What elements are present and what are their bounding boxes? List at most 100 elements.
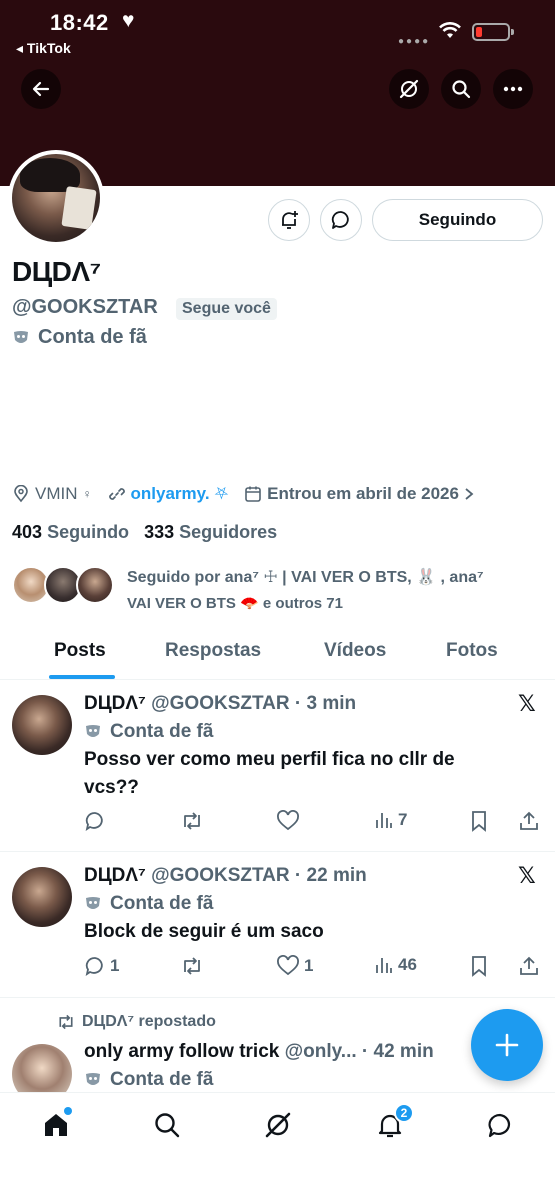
tab-replies[interactable]: Respostas	[165, 640, 261, 662]
avatar[interactable]	[12, 867, 72, 927]
notifications-count-badge: 2	[394, 1103, 414, 1123]
follows-you-badge: Segue você	[176, 298, 277, 320]
nav-messages[interactable]	[484, 1109, 516, 1141]
heart-icon: ♥	[122, 9, 135, 32]
following-count-link[interactable]: 403 Seguindo	[12, 522, 129, 542]
search-button[interactable]	[441, 69, 481, 109]
post-time: · 22 min	[294, 865, 367, 886]
post-author-name[interactable]: DЦDΛ⁷	[84, 865, 146, 886]
compose-button[interactable]	[471, 1009, 543, 1081]
home-unread-dot	[64, 1107, 72, 1115]
bookmark-icon	[472, 956, 486, 977]
more-button[interactable]	[493, 69, 533, 109]
arrow-left-icon	[32, 81, 50, 97]
post-header: DЦDΛ⁷ @GOOKSZTAR · 22 min	[84, 865, 367, 887]
status-time: 18:42	[50, 10, 109, 35]
grok-button[interactable]	[389, 69, 429, 109]
heart-icon	[277, 955, 299, 976]
repost-button[interactable]	[180, 955, 208, 977]
following-label: Seguindo	[47, 522, 130, 542]
notify-button[interactable]	[268, 199, 310, 241]
reply-button[interactable]	[84, 810, 110, 832]
wifi-icon	[439, 22, 461, 38]
view-count: 7	[398, 810, 408, 829]
nav-home[interactable]	[40, 1107, 72, 1141]
grok-icon	[399, 79, 419, 99]
following-count: 403	[12, 522, 43, 542]
repost-button[interactable]	[180, 810, 208, 832]
followed-by-text[interactable]: Seguido por ana⁷ ☩ | VAI VER O BTS, 🐰 , …	[127, 565, 537, 617]
post[interactable]: DЦDΛ⁷ @GOOKSZTAR · 22 min 𝕏 Conta de fã …	[0, 852, 555, 998]
nav-grok[interactable]	[262, 1109, 294, 1141]
search-icon	[155, 1113, 180, 1138]
repost-label: DЦDΛ⁷ repostado	[82, 1013, 216, 1030]
mask-icon	[86, 897, 100, 909]
post-actions: 7	[84, 810, 544, 836]
post-header: only army follow trick @only... · 42 min	[84, 1041, 434, 1063]
post-fan-badge: Conta de fã	[84, 893, 213, 915]
reply-icon	[85, 812, 103, 831]
post-time: · 42 min	[361, 1041, 434, 1062]
link-text[interactable]: onlyarmy.	[131, 484, 210, 504]
followed-by-line-2: VAI VER O BTS 🪭 e outros 71	[127, 595, 343, 612]
share-icon	[520, 811, 538, 830]
following-button[interactable]: Seguindo	[372, 199, 543, 241]
mask-icon	[86, 1073, 100, 1085]
post-author-name[interactable]: DЦDΛ⁷	[84, 693, 146, 714]
like-button[interactable]	[276, 810, 304, 832]
followers-count-link[interactable]: 333 Seguidores	[144, 522, 277, 542]
mask-icon	[86, 725, 100, 737]
status-bar: 18:42 ♥ ◂ TikTok ●●●●	[0, 0, 555, 60]
active-tab-indicator	[49, 675, 115, 679]
post-time: · 3 min	[294, 693, 357, 714]
nav-notifications[interactable]: 2	[374, 1103, 414, 1141]
post-fan-text: Conta de fã	[110, 721, 214, 742]
reply-button[interactable]: 1	[84, 955, 119, 977]
tab-posts[interactable]: Posts	[54, 640, 106, 662]
repost-icon	[59, 1014, 73, 1030]
grok-icon	[265, 1112, 291, 1138]
share-button[interactable]	[518, 810, 540, 832]
profile-link[interactable]: onlyarmy. ⛧	[108, 484, 228, 504]
mask-icon	[14, 330, 28, 343]
joined-text: Entrou em abril de 2026	[267, 484, 459, 503]
post-author-name[interactable]: only army follow trick	[84, 1041, 279, 1062]
post-fan-badge: Conta de fã	[84, 1069, 213, 1091]
views-button[interactable]: 7	[374, 810, 407, 830]
message-icon	[331, 211, 349, 229]
avatar	[76, 566, 114, 604]
post-fan-badge: Conta de fã	[84, 721, 213, 743]
tab-videos[interactable]: Vídeos	[324, 640, 386, 662]
like-button[interactable]: 1	[276, 955, 313, 977]
post[interactable]: DЦDΛ⁷ @GOOKSZTAR · 3 min 𝕏 Conta de fã P…	[0, 680, 555, 852]
chevron-right-icon	[465, 488, 474, 500]
more-icon	[503, 86, 523, 92]
bookmark-icon	[472, 811, 486, 832]
joined-date[interactable]: Entrou em abril de 2026	[244, 484, 474, 504]
bottom-navigation: 2	[0, 1092, 555, 1200]
bookmark-button[interactable]	[469, 955, 489, 977]
post-header: DЦDΛ⁷ @GOOKSZTAR · 3 min	[84, 693, 356, 715]
post-actions: 1 1 46	[84, 955, 544, 981]
post-text: Block de seguir é um saco	[84, 921, 324, 942]
followers-label: Seguidores	[179, 522, 278, 542]
fan-account-text: Conta de fã	[38, 326, 147, 348]
post-author-handle: @GOOKSZTAR	[151, 693, 290, 714]
avatar[interactable]	[12, 695, 72, 755]
bookmark-button[interactable]	[469, 810, 489, 832]
profile-meta: VMIN ♀ onlyarmy. ⛧ Entrou em abril de 2026	[12, 484, 474, 504]
nav-search[interactable]	[151, 1109, 183, 1141]
search-icon	[452, 80, 471, 99]
calendar-icon	[245, 486, 261, 502]
repost-icon	[184, 957, 200, 975]
profile-avatar[interactable]	[8, 150, 104, 246]
tab-photos[interactable]: Fotos	[446, 640, 498, 662]
back-button[interactable]	[21, 69, 61, 109]
x-logo-icon: 𝕏	[518, 691, 536, 716]
message-button[interactable]	[320, 199, 362, 241]
reply-count: 1	[110, 956, 120, 975]
profile-handle: @GOOKSZTAR	[12, 296, 158, 318]
back-to-app-link[interactable]: ◂ TikTok	[16, 40, 71, 57]
share-button[interactable]	[518, 955, 540, 977]
views-button[interactable]: 46	[374, 955, 417, 975]
